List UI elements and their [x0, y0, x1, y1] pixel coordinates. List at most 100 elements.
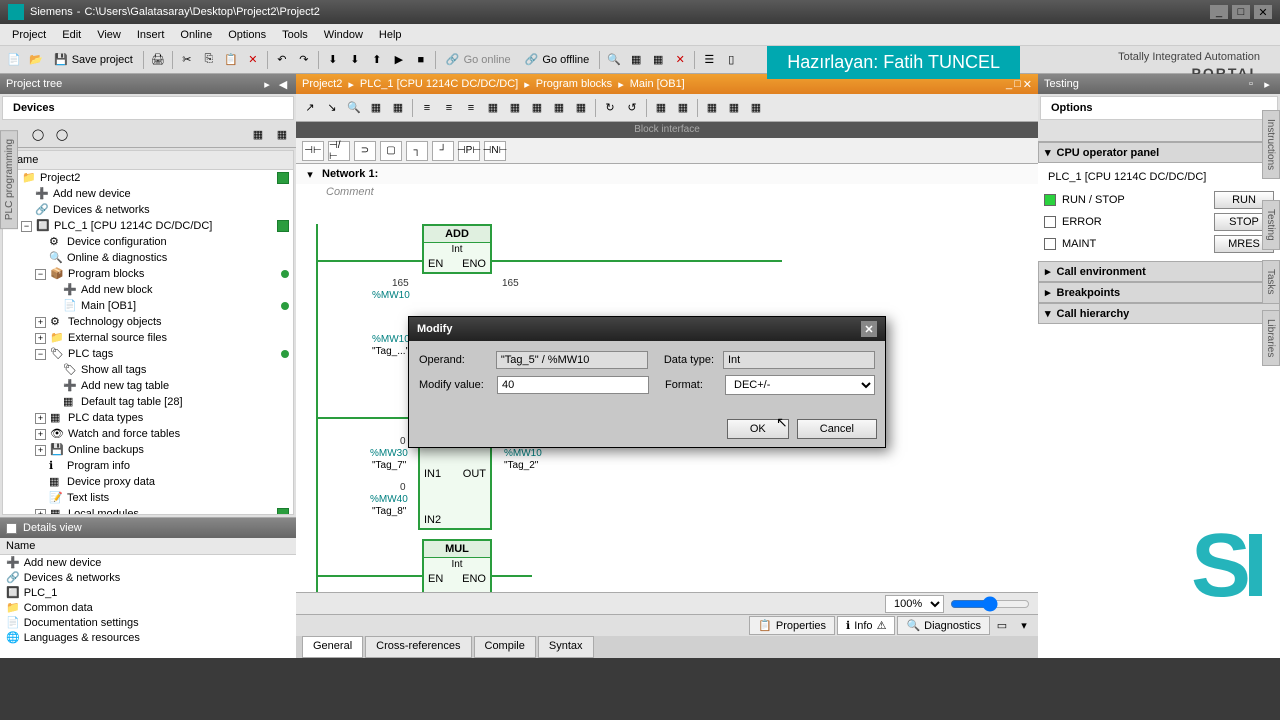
tag-value[interactable]: 0 — [400, 482, 406, 493]
inspector-btn[interactable]: ▭ — [992, 616, 1012, 636]
et-icon[interactable]: ≡ — [439, 98, 459, 118]
tag-value[interactable]: 165 — [502, 278, 519, 289]
et-icon[interactable]: ▦ — [673, 98, 693, 118]
upload-icon[interactable]: ⬆ — [367, 50, 387, 70]
lad-btn[interactable]: ⊣N⊢ — [484, 141, 506, 161]
expand-icon[interactable]: ▦ — [248, 125, 268, 145]
lad-coil-icon[interactable]: ⊃ — [354, 141, 376, 161]
menu-project[interactable]: Project — [4, 27, 54, 43]
tb-icon-2[interactable]: ▦ — [626, 50, 646, 70]
close-icon[interactable]: ✕ — [861, 321, 877, 337]
tree-ext-sources[interactable]: +📁External source files — [3, 330, 293, 346]
tree-toggle-icon[interactable]: − — [35, 349, 46, 360]
inspector-close-icon[interactable]: ▾ — [1014, 616, 1034, 636]
et-icon[interactable]: ▦ — [571, 98, 591, 118]
tree-plc[interactable]: −🔲PLC_1 [CPU 1214C DC/DC/DC] — [3, 218, 293, 234]
et-icon[interactable]: ▦ — [527, 98, 547, 118]
menu-tools[interactable]: Tools — [274, 27, 316, 43]
tree-toggle-icon[interactable]: − — [35, 269, 46, 280]
tag-value[interactable]: 0 — [400, 436, 406, 447]
modify-value-input[interactable] — [497, 376, 649, 394]
bc-min-icon[interactable]: _ — [1006, 78, 1012, 91]
general-tab[interactable]: General — [302, 636, 363, 658]
paste-icon[interactable]: 📋 — [221, 50, 241, 70]
et-icon[interactable]: ≡ — [417, 98, 437, 118]
tree-online-diag[interactable]: 🔍Online & diagnostics — [3, 250, 293, 266]
add-block[interactable]: ADD Int ENENO — [422, 224, 492, 274]
minimize-button[interactable]: _ — [1210, 5, 1228, 19]
tag-addr[interactable]: %MW10 — [372, 334, 410, 345]
et-icon[interactable]: ↺ — [622, 98, 642, 118]
network-toggle-icon[interactable]: ▾ — [304, 168, 316, 180]
tb-icon-3[interactable]: ▦ — [648, 50, 668, 70]
compile-icon[interactable]: ⬇ — [323, 50, 343, 70]
pin-icon[interactable]: ▫ — [1244, 77, 1258, 91]
et-icon[interactable]: ▦ — [388, 98, 408, 118]
menu-window[interactable]: Window — [316, 27, 371, 43]
print-icon[interactable]: 🖨 — [148, 50, 168, 70]
bc-max-icon[interactable]: □ — [1014, 78, 1021, 91]
tb-icon-1[interactable]: 🔍 — [604, 50, 624, 70]
sim-icon[interactable]: ▶ — [389, 50, 409, 70]
save-project-button[interactable]: 💾 Save project — [48, 51, 139, 68]
lad-branch2-icon[interactable]: ┘ — [432, 141, 454, 161]
go-offline-button[interactable]: 🔗 Go offline — [519, 51, 596, 68]
cut-icon[interactable]: ✂ — [177, 50, 197, 70]
tb-icon-5[interactable]: ☰ — [699, 50, 719, 70]
call-env-header[interactable]: ▸Call environment — [1038, 261, 1280, 282]
breadcrumb-blocks[interactable]: Program blocks — [536, 78, 612, 90]
tag-addr[interactable]: %MW30 — [370, 448, 408, 459]
tag-name[interactable]: "Tag_8" — [372, 506, 406, 517]
menu-help[interactable]: Help — [371, 27, 410, 43]
tree-device-proxy[interactable]: ▦Device proxy data — [3, 474, 293, 490]
et-icon[interactable]: ▦ — [483, 98, 503, 118]
tree-device-config[interactable]: ⚙Device configuration — [3, 234, 293, 250]
tree-plc-tags[interactable]: −🏷PLC tags — [3, 346, 293, 362]
details-add-device[interactable]: ➕Add new device — [0, 555, 296, 570]
operand-input[interactable] — [496, 351, 648, 369]
pin-icon[interactable]: ◀ — [276, 77, 290, 91]
tb-icon-6[interactable]: ▯ — [721, 50, 741, 70]
et-icon[interactable]: 🔍 — [344, 98, 364, 118]
lad-ncontact-icon[interactable]: ⊣/⊢ — [328, 141, 350, 161]
tree-add-block[interactable]: ➕Add new block — [3, 282, 293, 298]
zoom-slider[interactable] — [950, 596, 1030, 612]
download-icon[interactable]: ⬇ — [345, 50, 365, 70]
collapse-all-icon[interactable]: ▦ — [272, 125, 292, 145]
vtab-instructions[interactable]: Instructions — [1262, 110, 1280, 179]
block-interface-bar[interactable]: Block interface — [296, 122, 1038, 138]
stop-icon[interactable]: ■ — [411, 50, 431, 70]
lad-branch-icon[interactable]: ┐ — [406, 141, 428, 161]
refresh-icon[interactable]: ◯ — [28, 125, 48, 145]
tag-name[interactable]: "Tag_2" — [504, 460, 538, 471]
zoom-select[interactable]: 100% — [885, 595, 944, 613]
open-project-icon[interactable]: 📂 — [26, 50, 46, 70]
copy-icon[interactable]: ⎘ — [199, 50, 219, 70]
properties-tab[interactable]: 📋 Properties — [749, 616, 835, 635]
details-doc-settings[interactable]: 📄Documentation settings — [0, 615, 296, 630]
info-tab[interactable]: ℹ Info ⚠ — [837, 616, 895, 635]
network-comment[interactable]: Comment — [296, 184, 1038, 200]
et-icon[interactable]: ↻ — [600, 98, 620, 118]
vtab-testing[interactable]: Testing — [1262, 200, 1280, 250]
redo-icon[interactable]: ↷ — [294, 50, 314, 70]
mul-block[interactable]: MUL Int ENENO IN1OUT — [422, 539, 492, 592]
collapse-icon[interactable]: ▸ — [1260, 77, 1274, 91]
breadcrumb-plc[interactable]: PLC_1 [CPU 1214C DC/DC/DC] — [360, 78, 518, 90]
details-languages[interactable]: 🌐Languages & resources — [0, 630, 296, 645]
et-icon[interactable]: ▦ — [746, 98, 766, 118]
tree-toggle-icon[interactable]: + — [35, 413, 46, 424]
tree-devices-networks[interactable]: 🔗Devices & networks — [3, 202, 293, 218]
tree-plc-datatypes[interactable]: +▦PLC data types — [3, 410, 293, 426]
tree-add-tag-table[interactable]: ➕Add new tag table — [3, 378, 293, 394]
details-plc1[interactable]: 🔲PLC_1 — [0, 585, 296, 600]
et-icon[interactable]: ▦ — [724, 98, 744, 118]
breadcrumb-project[interactable]: Project2 — [302, 78, 342, 90]
tree-program-blocks[interactable]: −📦Program blocks — [3, 266, 293, 282]
breakpoints-header[interactable]: ▸Breakpoints — [1038, 282, 1280, 303]
tag-name[interactable]: "Tag_7" — [372, 460, 406, 471]
tree-project[interactable]: −📁Project2 — [3, 170, 293, 186]
collapse-icon[interactable]: ▸ — [260, 77, 274, 91]
tree-text-lists[interactable]: 📝Text lists — [3, 490, 293, 506]
bc-close-icon[interactable]: ✕ — [1023, 78, 1032, 91]
